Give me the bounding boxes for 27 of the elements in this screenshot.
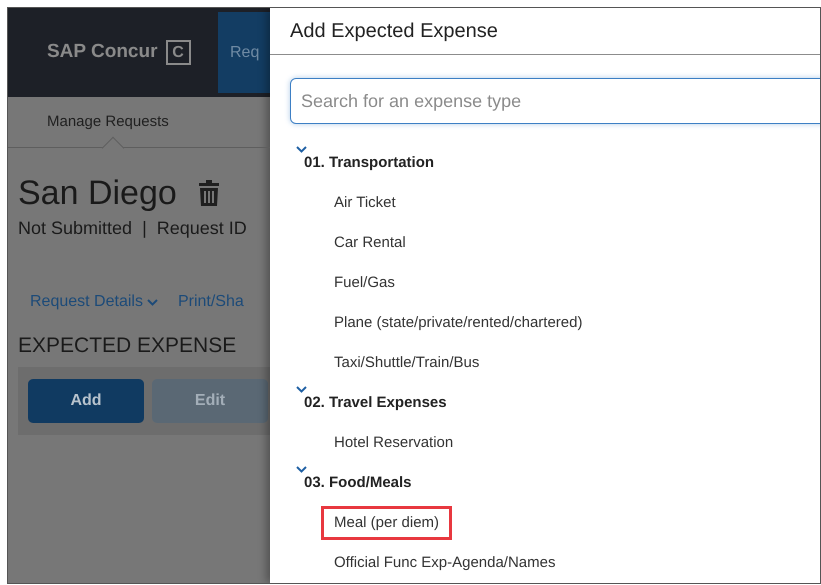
expense-type-item[interactable]: Taxi/Shuttle/Train/Bus [334, 352, 480, 374]
expense-type-item[interactable]: Car Rental [334, 232, 406, 254]
expense-type-item[interactable]: Meal (per diem) [321, 506, 452, 540]
expense-type-item[interactable]: Fuel/Gas [334, 272, 395, 294]
logo-text: SAP Concur [47, 40, 158, 64]
category-heading[interactable]: 02. Travel Expenses [304, 392, 447, 414]
subnav-tab[interactable]: Manage Requests [47, 110, 169, 134]
expense-type-item[interactable]: Air Ticket [334, 192, 396, 214]
category-heading[interactable]: 01. Transportation [304, 152, 434, 174]
chevron-down-icon[interactable] [296, 386, 307, 393]
expense-type-item[interactable]: Plane (state/private/rented/chartered) [334, 312, 582, 334]
section-title: EXPECTED EXPENSE [17, 333, 238, 359]
logo-mark: C [166, 40, 191, 65]
trash-icon[interactable] [198, 180, 219, 206]
search-field[interactable]: Search for an expense type [290, 78, 820, 124]
chevron-down-icon[interactable] [296, 466, 307, 473]
toolbar-button[interactable]: Add [28, 379, 144, 423]
page-title: San Diego [18, 173, 177, 213]
chevron-down-icon[interactable] [296, 146, 307, 153]
separator-text: | [142, 217, 147, 240]
expense-type-item[interactable]: Official Func Exp-Agenda/Names [334, 552, 556, 574]
request-id-label: Request ID [156, 217, 247, 240]
dialog-title: Add Expected Expense [290, 19, 498, 44]
expense-type-item[interactable]: Hotel Reservation [334, 432, 454, 454]
category-heading[interactable]: 03. Food/Meals [304, 472, 412, 494]
chevron-down-icon [146, 298, 158, 306]
request-status: Not Submitted [18, 217, 132, 240]
